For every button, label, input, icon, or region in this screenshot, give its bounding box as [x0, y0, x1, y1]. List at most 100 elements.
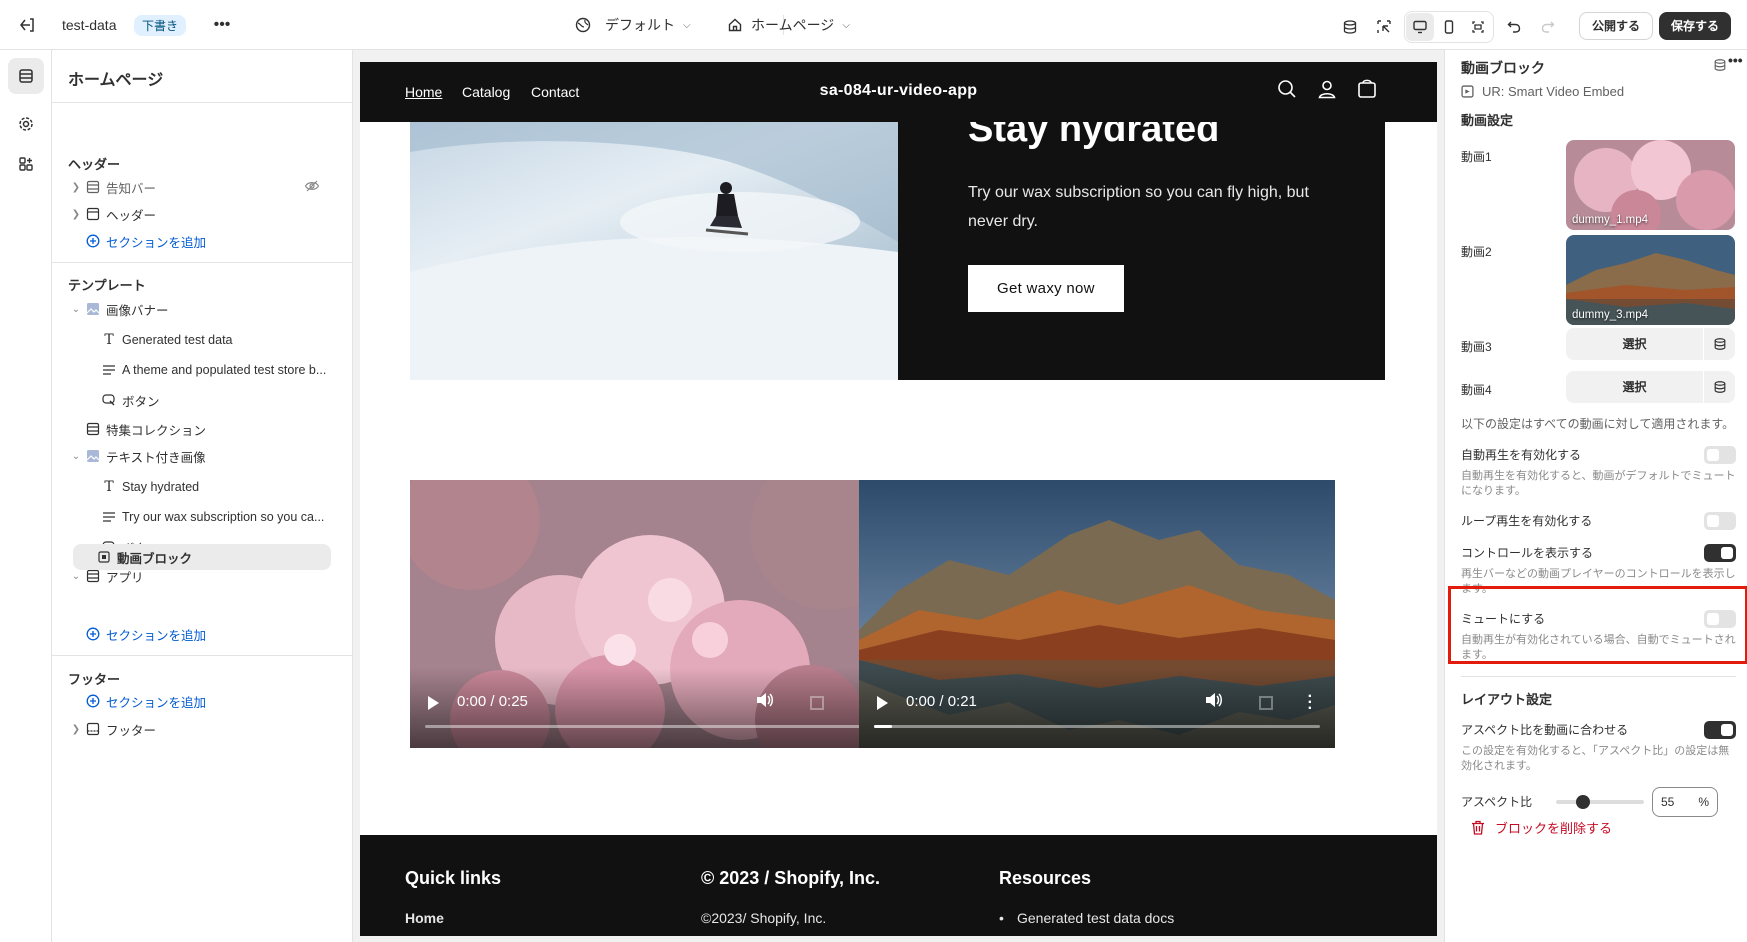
divider [52, 262, 353, 263]
app-source: UR: Smart Video Embed [1461, 84, 1624, 99]
video2-thumbnail[interactable]: dummy_3.mp4 [1566, 235, 1735, 325]
add-section-template[interactable]: セクションを追加 [68, 621, 338, 647]
section-label: フッター [106, 723, 157, 738]
viewport-switcher [1404, 11, 1494, 43]
volume-icon[interactable] [1205, 692, 1223, 711]
slider-thumb[interactable] [1576, 795, 1590, 809]
status-badge: 下書き [134, 15, 187, 36]
fullscreen-icon[interactable] [1259, 696, 1273, 710]
play-icon[interactable] [877, 696, 888, 710]
video4-picker: 選択 [1566, 371, 1735, 403]
video-player-2[interactable]: 0:00 / 0:21 · · · [859, 480, 1335, 748]
controls-toggle[interactable] [1704, 544, 1736, 562]
play-icon[interactable] [428, 696, 439, 710]
aspect-match-toggle[interactable] [1704, 721, 1736, 739]
exit-icon[interactable] [16, 14, 38, 36]
section-image-banner[interactable]: ⌄ 画像バナー [68, 296, 338, 322]
theme-selector[interactable]: デフォルト ⌵ [575, 14, 691, 36]
video4-select-button[interactable]: 選択 [1566, 371, 1703, 403]
layout-settings-heading: レイアウト設定 [1461, 692, 1553, 707]
section-label: ヘッダー [106, 208, 157, 223]
section-announcement-bar[interactable]: ❯ 告知バー [68, 174, 338, 200]
redo-icon[interactable] [1534, 13, 1562, 41]
chevron-right-icon[interactable]: ❯ [68, 182, 84, 193]
footer-link-home[interactable]: Home [405, 910, 444, 926]
video-progress-bar[interactable] [425, 725, 871, 728]
fullscreen-icon[interactable] [810, 696, 824, 710]
block-video-selected[interactable]: 動画ブロック [73, 544, 331, 570]
search-icon[interactable] [1277, 79, 1297, 102]
autoplay-toggle[interactable] [1704, 446, 1736, 464]
chevron-down-icon[interactable]: ⌄ [68, 571, 84, 582]
mobile-view-icon[interactable] [1435, 13, 1463, 41]
section-image-with-text[interactable]: ⌄ テキスト付き画像 [68, 443, 338, 469]
inspector-icon[interactable] [1370, 13, 1398, 41]
more-options-icon[interactable]: ··· [1308, 689, 1313, 717]
chevron-down-icon[interactable]: ⌄ [68, 304, 84, 315]
database-icon[interactable] [1713, 58, 1727, 75]
loop-toggle[interactable] [1704, 512, 1736, 530]
desktop-view-icon[interactable] [1406, 13, 1434, 41]
database-icon[interactable] [1336, 13, 1364, 41]
more-actions-icon[interactable]: ••• [210, 14, 234, 36]
publish-button[interactable]: 公開する [1579, 12, 1654, 40]
video-progress-bar[interactable] [874, 725, 1320, 728]
aspect-ratio-input[interactable]: 55 % [1652, 787, 1718, 817]
footer-heading-quick-links: Quick links [405, 868, 502, 888]
page-selector[interactable]: ホームページ ⌵ [727, 14, 850, 36]
video1-label: 動画1 [1461, 150, 1492, 164]
block-label: Try our wax subscription so you ca... [122, 510, 325, 524]
add-section-label: セクションを追加 [106, 695, 207, 710]
fullscreen-view-icon[interactable] [1464, 13, 1492, 41]
block-text[interactable]: Try our wax subscription so you ca... [100, 504, 390, 530]
chevron-right-icon[interactable]: ❯ [68, 724, 84, 735]
section-label: 告知バー [106, 181, 157, 196]
aspect-ratio-slider[interactable] [1556, 795, 1644, 809]
footer-link-docs[interactable]: • Generated test data docs [999, 910, 1174, 926]
section-featured-collection[interactable]: 特集コレクション [68, 416, 338, 442]
delete-block-button[interactable]: ブロックを削除する [1471, 818, 1612, 837]
video2-filename: dummy_3.mp4 [1572, 309, 1649, 321]
applies-note: 以下の設定はすべての動画に対して適用されます。 [1461, 417, 1735, 431]
settings-gear-icon[interactable] [8, 106, 44, 142]
apps-icon[interactable] [8, 146, 44, 182]
hero-button[interactable]: Get waxy now [968, 265, 1124, 312]
undo-icon[interactable] [1500, 13, 1528, 41]
block-text[interactable]: A theme and populated test store b... [100, 357, 390, 383]
block-heading[interactable]: T Generated test data [100, 327, 390, 353]
database-icon[interactable] [1703, 371, 1735, 403]
video4-label: 動画4 [1461, 383, 1492, 397]
volume-icon[interactable] [756, 692, 774, 711]
add-section-footer[interactable]: セクションを追加 [68, 688, 338, 714]
save-button[interactable]: 保存する [1659, 12, 1732, 40]
panel-title: 動画ブロック [1461, 60, 1545, 76]
video1-thumbnail[interactable]: dummy_1.mp4 [1566, 140, 1735, 230]
sections-icon[interactable] [8, 58, 44, 94]
block-label: Stay hydrated [122, 480, 200, 494]
block-heading[interactable]: T Stay hydrated [100, 474, 390, 500]
video3-select-button[interactable]: 選択 [1566, 328, 1703, 360]
video-player-1[interactable]: 0:00 / 0:25 ··· [410, 480, 886, 748]
database-icon[interactable] [1703, 328, 1735, 360]
store-nav: Home Catalog Contact sa-084-ur-video-app [360, 62, 1437, 122]
cart-icon[interactable] [1357, 79, 1377, 102]
chevron-down-icon[interactable]: ⌄ [68, 451, 84, 462]
button-icon [100, 392, 118, 408]
section-icon [84, 179, 102, 195]
account-icon[interactable] [1317, 79, 1337, 102]
add-section-header[interactable]: セクションを追加 [68, 228, 338, 254]
video3-picker: 選択 [1566, 328, 1735, 360]
store-brand[interactable]: sa-084-ur-video-app [360, 82, 1437, 100]
chevron-right-icon[interactable]: ❯ [68, 209, 84, 220]
divider [1461, 676, 1736, 677]
video-time: 0:00 / 0:25 [457, 693, 528, 710]
video-settings-heading: 動画設定 [1461, 113, 1514, 128]
section-header[interactable]: ❯ ヘッダー [68, 201, 338, 227]
icon-rail [0, 50, 52, 942]
section-footer[interactable]: ❯ フッター [68, 716, 338, 742]
section-icon [84, 568, 102, 584]
eye-hidden-icon[interactable] [304, 179, 320, 196]
block-button[interactable]: ボタン [100, 387, 390, 413]
video1-filename: dummy_1.mp4 [1572, 214, 1649, 226]
more-actions-icon[interactable]: ••• [1728, 52, 1743, 68]
